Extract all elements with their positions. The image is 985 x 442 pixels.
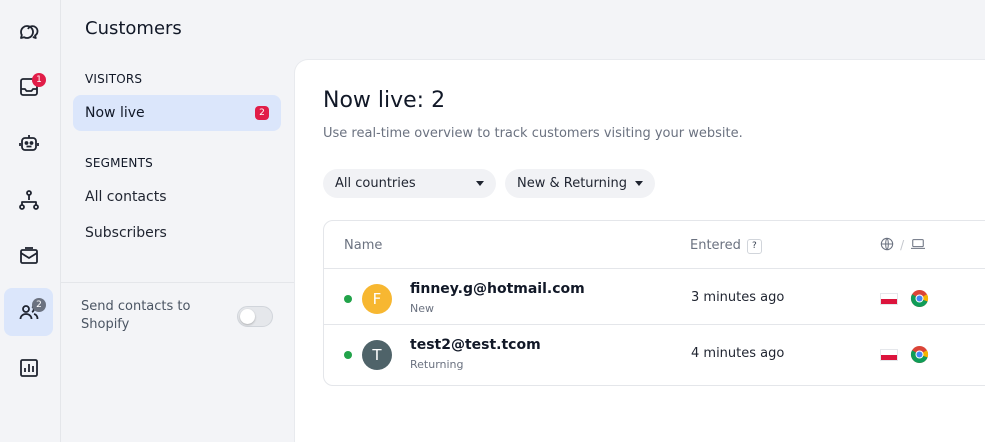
visitors-heading: VISITORS xyxy=(85,72,143,86)
location-device-header: / xyxy=(880,237,926,255)
sidebar-item-all-contacts[interactable]: All contacts xyxy=(73,179,281,215)
rail-flows-button[interactable] xyxy=(4,176,53,224)
visitor-email[interactable]: test2@test.tcom xyxy=(410,337,541,353)
country-filter-value: All countries xyxy=(335,176,416,191)
country-filter-dropdown[interactable]: All countries xyxy=(323,169,496,198)
avatar: F xyxy=(362,284,392,314)
entered-time: 3 minutes ago xyxy=(691,290,785,305)
visitor-status: New xyxy=(410,302,434,315)
sidebar-item-label: Now live xyxy=(85,105,145,121)
shopify-sync-toggle[interactable] xyxy=(237,306,273,327)
rail-inbox-button[interactable]: 1 xyxy=(4,63,53,111)
shopify-sync-label: Send contacts to Shopify xyxy=(81,299,191,332)
customers-sidebar: Customers VISITORS Now live 2 SEGMENTS A… xyxy=(61,0,294,442)
segments-heading: SEGMENTS xyxy=(85,156,153,170)
laptop-icon xyxy=(911,239,926,249)
globe-icon xyxy=(880,237,894,251)
table-row[interactable]: F finney.g@hotmail.com New 3 minutes ago xyxy=(324,269,985,325)
online-status-dot xyxy=(344,295,352,303)
now-live-badge: 2 xyxy=(255,106,269,120)
sidebar-item-label: Subscribers xyxy=(85,225,167,241)
visitor-status: Returning xyxy=(410,358,464,371)
entered-help-icon[interactable]: ? xyxy=(746,239,762,254)
rail-mail-button[interactable] xyxy=(4,232,53,280)
rail-customers-button[interactable]: 2 xyxy=(4,288,53,336)
chat-bubbles-icon xyxy=(19,25,38,39)
visitor-type-filter-dropdown[interactable]: New & Returning xyxy=(505,169,655,198)
toggle-knob xyxy=(240,309,255,324)
online-status-dot xyxy=(344,351,352,359)
rail-reports-button[interactable] xyxy=(4,344,53,392)
sidebar-item-now-live[interactable]: Now live 2 xyxy=(73,95,281,131)
rail-chat-button[interactable] xyxy=(4,8,53,56)
customers-badge: 2 xyxy=(32,298,46,312)
column-entered-label: Entered xyxy=(690,238,741,253)
bot-icon xyxy=(18,135,39,151)
sidebar-title: Customers xyxy=(85,18,182,39)
reports-icon xyxy=(19,359,38,377)
page-title: Now live: 2 xyxy=(323,88,446,113)
entered-time: 4 minutes ago xyxy=(691,346,785,361)
chevron-down-icon xyxy=(476,181,484,186)
chrome-icon xyxy=(910,345,929,364)
icon-rail: 1 2 xyxy=(0,0,61,442)
table-row[interactable]: T test2@test.tcom Returning 4 minutes ag… xyxy=(324,325,985,381)
avatar: T xyxy=(362,340,392,370)
poland-flag-icon xyxy=(880,293,898,305)
sidebar-divider xyxy=(61,282,294,283)
mail-icon xyxy=(19,247,38,264)
visitors-table: Name Entered? / F finney.g@hotmail.com N xyxy=(323,220,985,386)
column-name-header: Name xyxy=(344,238,383,253)
sidebar-item-subscribers[interactable]: Subscribers xyxy=(73,215,281,251)
inbox-badge: 1 xyxy=(32,73,46,87)
flow-icon xyxy=(18,190,39,210)
chrome-icon xyxy=(910,289,929,308)
visitor-email[interactable]: finney.g@hotmail.com xyxy=(410,281,585,297)
page-subtitle: Use real-time overview to track customer… xyxy=(323,126,743,141)
sidebar-item-label: All contacts xyxy=(85,189,167,205)
column-entered-header: Entered? xyxy=(690,238,762,254)
poland-flag-icon xyxy=(880,349,898,361)
chevron-down-icon xyxy=(635,181,643,186)
now-live-panel: Now live: 2 Use real-time overview to tr… xyxy=(294,59,985,442)
rail-bot-button[interactable] xyxy=(4,119,53,167)
table-header: Name Entered? / xyxy=(324,221,985,269)
visitor-type-filter-value: New & Returning xyxy=(517,176,627,191)
